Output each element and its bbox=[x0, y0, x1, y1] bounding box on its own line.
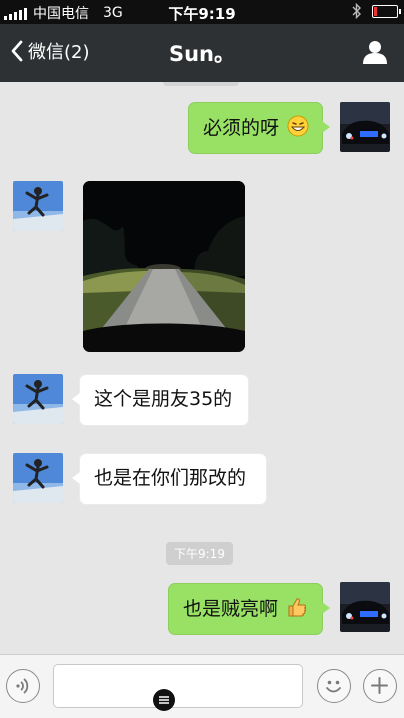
message-bubble-sent[interactable]: 也是贼亮啊 bbox=[168, 583, 330, 635]
status-time: 下午9:19 bbox=[168, 5, 236, 23]
message-text: 也是在你们那改的 bbox=[94, 467, 247, 489]
battery-icon bbox=[372, 4, 401, 18]
grinning-face-icon bbox=[287, 115, 309, 137]
image-message[interactable] bbox=[83, 181, 245, 352]
status-right bbox=[352, 3, 401, 19]
more-button[interactable] bbox=[363, 669, 397, 703]
chat-title: Sun。 bbox=[168, 42, 236, 66]
message-bubble-received[interactable]: 这个是朋友35的 bbox=[72, 374, 249, 426]
car-avatar-image bbox=[340, 582, 390, 632]
chat-area[interactable]: 必须的呀 这个是朋友35的 也是在你们那改的 下午9:19 也是贼亮啊 bbox=[0, 82, 404, 654]
message-text: 也是贼亮啊 bbox=[183, 598, 279, 620]
message-bubble-received[interactable]: 也是在你们那改的 bbox=[72, 453, 267, 505]
voice-icon bbox=[16, 678, 29, 694]
battery-level bbox=[374, 6, 377, 16]
input-bar bbox=[0, 654, 404, 718]
jumping-person-avatar-image bbox=[13, 181, 63, 231]
my-avatar[interactable] bbox=[340, 582, 390, 632]
plus-icon bbox=[371, 677, 388, 694]
my-avatar[interactable] bbox=[340, 102, 390, 152]
watermark-logo-icon bbox=[153, 689, 175, 711]
status-bar: 中国电信 3G 下午9:19 bbox=[0, 0, 404, 24]
car-avatar-image bbox=[340, 102, 390, 152]
message-text: 必须的呀 bbox=[203, 117, 280, 139]
voice-button[interactable] bbox=[6, 669, 40, 703]
timestamp-chip: 下午9:19 bbox=[166, 542, 233, 565]
message-input[interactable] bbox=[53, 664, 303, 708]
contact-avatar[interactable] bbox=[13, 181, 63, 231]
jumping-person-avatar-image bbox=[13, 453, 63, 503]
message-text: 这个是朋友35的 bbox=[94, 388, 233, 410]
thumbs-up-icon bbox=[288, 598, 307, 617]
message-bubble-sent[interactable]: 必须的呀 bbox=[188, 102, 330, 154]
emoji-button[interactable] bbox=[317, 669, 351, 703]
contact-avatar[interactable] bbox=[13, 453, 63, 503]
night-road-photo bbox=[83, 181, 245, 352]
smiley-icon bbox=[326, 680, 341, 693]
timestamp-chip-partial bbox=[163, 82, 239, 86]
nav-bar: 微信(2) Sun。 bbox=[0, 24, 404, 82]
contact-avatar[interactable] bbox=[13, 374, 63, 424]
person-icon[interactable] bbox=[362, 39, 388, 65]
jumping-person-avatar-image bbox=[13, 374, 63, 424]
bluetooth-icon bbox=[352, 3, 361, 19]
